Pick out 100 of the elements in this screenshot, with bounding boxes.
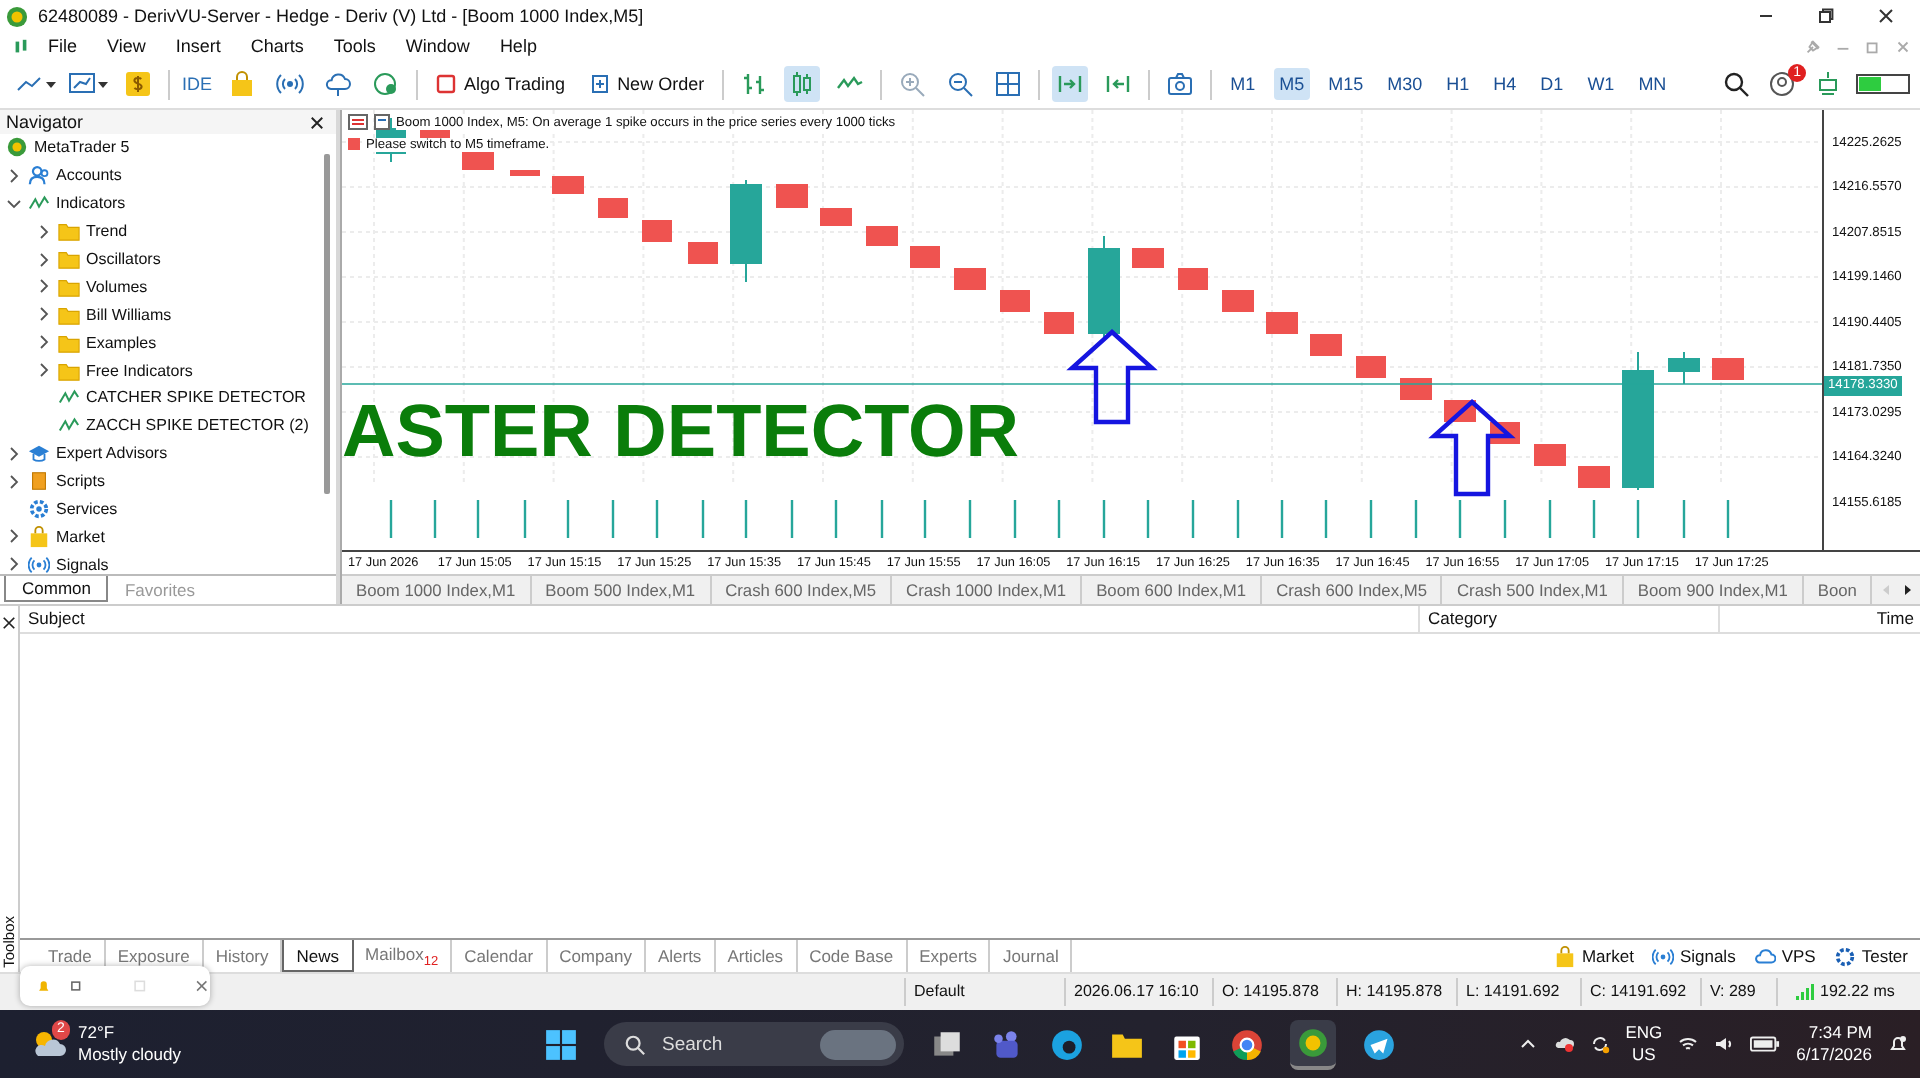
expand-caret-icon[interactable] [36,278,52,295]
list-icon[interactable] [348,114,368,130]
navigator-item[interactable]: Indicators [56,194,126,213]
candle [1266,312,1298,334]
menu-item[interactable]: File [48,36,78,56]
speaker-icon[interactable] [1714,1034,1735,1054]
expand-caret-icon[interactable] [36,251,52,267]
cloud-icon[interactable] [1553,1034,1574,1054]
service-link[interactable]: Tester [1833,945,1908,967]
navigator-item[interactable]: Bill Williams [86,305,172,324]
user-icon[interactable] [1764,66,1800,102]
menu-item[interactable]: View [107,36,146,56]
windows-start-icon[interactable] [544,1027,578,1061]
search-field[interactable]: Search [604,1022,904,1066]
folder-icon [58,303,80,326]
timeframe-button[interactable]: MN [1632,68,1673,100]
new-order-button[interactable]: New Order [583,70,711,98]
region-indicator[interactable]: US [1632,1044,1656,1066]
copy-icon[interactable] [67,976,83,996]
battery-icon[interactable] [1750,1034,1781,1054]
candle [820,208,852,226]
navigator-item[interactable]: Signals [56,555,109,574]
collapse-caret-icon[interactable] [6,195,22,212]
column-header[interactable]: Category [1420,606,1720,632]
expand-caret-icon[interactable] [36,362,52,379]
timeframe-button[interactable]: H4 [1487,68,1523,100]
toolbox-tab[interactable]: News [282,940,354,972]
navigator-item[interactable]: CATCHER SPIKE DETECTOR [86,388,306,407]
service-link[interactable]: Signals [1651,945,1736,967]
navigator-item[interactable]: Trend [86,222,128,241]
navigator-item[interactable]: Services [56,500,118,519]
navigator-item[interactable]: Oscillators [86,250,161,268]
navigator-item[interactable]: Accounts [56,166,122,185]
paper-plane-icon[interactable] [1362,1027,1396,1061]
expand-caret-icon[interactable] [36,223,52,240]
expand-caret-icon[interactable] [6,445,22,462]
expand-caret-icon[interactable] [6,167,22,184]
high-price: H: 14195.878 [1336,978,1456,1006]
chart-tab[interactable]: Boom 900 Index,M1 [1623,576,1804,604]
scrollbar[interactable] [324,154,330,494]
menu-item[interactable]: Insert [175,36,221,56]
clock-date[interactable]: 6/17/2026 [1796,1044,1872,1066]
expand-caret-icon[interactable] [6,556,22,573]
expand-caret-icon[interactable] [36,306,52,323]
menu-item[interactable]: Help [499,36,537,56]
wifi-icon[interactable] [1678,1034,1699,1054]
chart-tab[interactable]: Crash 600 Index,M5 [1262,576,1443,604]
navigator-item[interactable]: Market [56,527,105,546]
document-icon[interactable] [372,114,392,130]
people-icon[interactable] [990,1027,1024,1061]
chart-tab[interactable]: Crash 600 Index,M5 [711,576,893,604]
navigator-item[interactable]: MetaTrader 5 [34,138,130,157]
column-header[interactable]: Subject [20,606,1420,632]
navigator-item[interactable]: Free Indicators [86,361,193,380]
timeframe-button[interactable]: M15 [1322,68,1370,100]
candlestick-icon[interactable] [784,66,821,102]
clock-time[interactable]: 7:34 PM [1808,1022,1872,1044]
chart-tab[interactable]: Crash 500 Index,M1 [1442,576,1624,604]
chart-window-dropdown-icon[interactable] [68,70,108,98]
navigator-tab[interactable]: Common [4,576,109,602]
close-icon[interactable] [1876,6,1896,26]
chart-tab[interactable]: Boom 500 Index,M1 [531,576,712,604]
sync-icon[interactable] [1589,1034,1610,1054]
notification-bell-icon[interactable] [1888,1034,1908,1054]
navigator-item[interactable]: Volumes [86,277,148,296]
navigator-item[interactable]: ZACCH SPIKE DETECTOR (2) [86,416,309,435]
menu-item[interactable]: Window [405,36,470,56]
navigator-item[interactable]: Examples [86,333,157,352]
expand-caret-icon[interactable] [6,528,22,545]
close-icon[interactable] [2,616,16,630]
menu-item[interactable]: Charts [250,36,304,56]
timeframe-button[interactable]: H1 [1440,68,1476,100]
task-view-icon[interactable] [930,1027,964,1061]
column-header[interactable]: Time [1720,606,1920,632]
chart-tab[interactable]: Boom 600 Index,M1 [1082,576,1263,604]
language-indicator[interactable]: ENG [1625,1022,1663,1044]
chart-tab[interactable]: Crash 1000 Index,M1 [892,576,1083,604]
taskbar-app[interactable] [1290,1019,1336,1069]
expand-caret-icon[interactable] [36,334,52,351]
timeframe-button[interactable]: M1 [1224,68,1262,100]
service-link[interactable]: VPS [1753,945,1816,967]
expand-caret-icon[interactable] [6,473,22,490]
timeframe-button[interactable]: D1 [1534,68,1570,100]
auto-scroll-icon[interactable] [1052,66,1089,102]
navigator-item[interactable]: Expert Advisors [56,444,168,463]
timeframe-button[interactable]: M30 [1381,68,1429,100]
algo-trading-button[interactable]: Algo Trading [430,70,572,98]
close-icon[interactable] [310,115,324,129]
dollar-icon[interactable] [120,66,156,102]
timeframe-button[interactable]: M5 [1273,68,1311,100]
browser-icon[interactable] [1050,1027,1084,1061]
service-link[interactable]: Market [1553,945,1634,967]
open-price: O: 14195.878 [1212,978,1336,1006]
restore-icon[interactable] [1816,6,1836,26]
chart-tab[interactable]: Boom 1000 Index,M1 [342,576,532,604]
timeframe-button[interactable]: W1 [1581,68,1621,100]
ide-button[interactable]: IDE [182,74,213,94]
navigator-item[interactable]: Scripts [56,472,105,491]
menu-item[interactable]: Tools [333,36,376,56]
browser-icon[interactable] [1230,1027,1264,1061]
